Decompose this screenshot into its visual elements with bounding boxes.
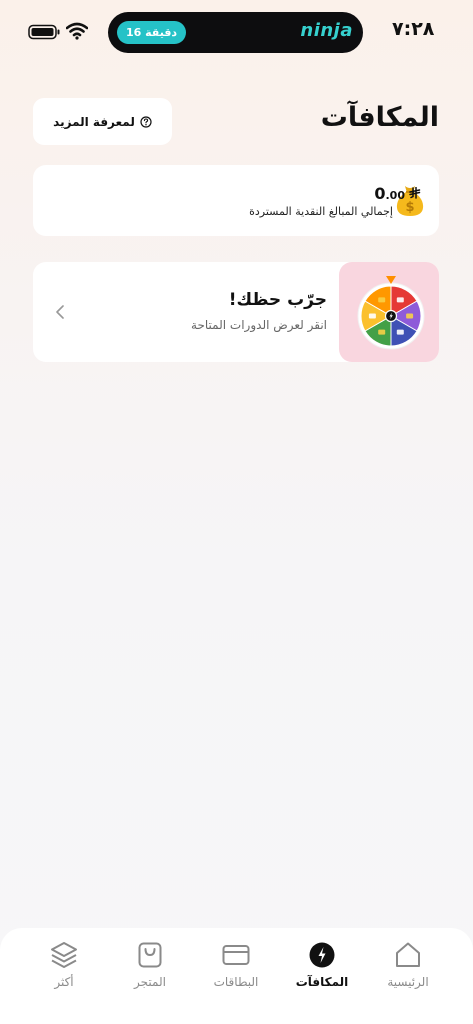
nav-item-rewards[interactable]: المكافآت	[282, 940, 362, 1000]
nav-label-store: المتجر	[134, 975, 166, 989]
wheel-prize-token	[396, 329, 404, 335]
spin-wheel-icon	[357, 276, 425, 350]
status-bar: 16 دقيقة ninja ٧:٢٨	[0, 0, 473, 62]
layers-icon	[51, 942, 77, 968]
spin-title: جرّب حظك!	[228, 290, 327, 310]
riyal-symbol-glyph	[409, 186, 421, 199]
cashback-label: إجمالي المبالغ النقدية المستردة	[249, 205, 393, 218]
page-title: المكافآت	[320, 102, 439, 133]
nav-label-home: الرئيسية	[387, 975, 429, 989]
wifi-icon	[66, 22, 88, 40]
chevron-left-icon	[56, 305, 64, 319]
nav-label-rewards: المكافآت	[295, 975, 349, 989]
status-time: ٧:٢٨	[392, 18, 435, 40]
nav-label-cards: البطاقات	[213, 975, 259, 989]
wheel-prize-token	[378, 329, 386, 335]
amount-decimal: .00	[385, 189, 406, 202]
wheel-prize-token	[406, 313, 414, 319]
timer-badge: 16 دقيقة	[117, 21, 187, 44]
nav-item-more[interactable]: أكثر	[24, 940, 104, 1000]
spin-card[interactable]: جرّب حظك! انقر لعرض الدورات المتاحة	[33, 262, 439, 362]
question-circle-icon	[140, 115, 152, 128]
wheel-tile	[339, 262, 439, 362]
nav-item-cards[interactable]: البطاقات	[196, 940, 276, 1000]
battery-icon	[28, 24, 60, 40]
riyal-sign-icon	[409, 186, 421, 202]
wheel-prize-token	[368, 313, 376, 319]
amount-integer: 0	[374, 184, 386, 203]
nav-item-home[interactable]: الرئيسية	[368, 940, 448, 1000]
wheel-prize-token	[396, 297, 404, 303]
amount-value: 0.00	[374, 184, 405, 203]
dynamic-island: 16 دقيقة ninja	[108, 12, 363, 53]
nav-label-more: أكثر	[54, 975, 74, 989]
bottom-nav: الرئيسية المكافآت البطاقات المتجر أكثر	[0, 928, 473, 1024]
shopping-bag-icon	[138, 942, 162, 968]
home-icon	[396, 942, 420, 967]
wheel-prize-token	[378, 297, 386, 303]
card-icon	[222, 945, 250, 965]
ninja-logo: ninja	[300, 20, 353, 41]
nav-item-store[interactable]: المتجر	[110, 940, 190, 1000]
cashback-amount: 0.00	[374, 184, 421, 203]
learn-more-label: لمعرفة المزيد	[53, 114, 135, 129]
rewards-icon	[309, 942, 335, 968]
spin-subtitle: انقر لعرض الدورات المتاحة	[191, 318, 327, 332]
learn-more-button[interactable]: لمعرفة المزيد	[33, 98, 172, 145]
